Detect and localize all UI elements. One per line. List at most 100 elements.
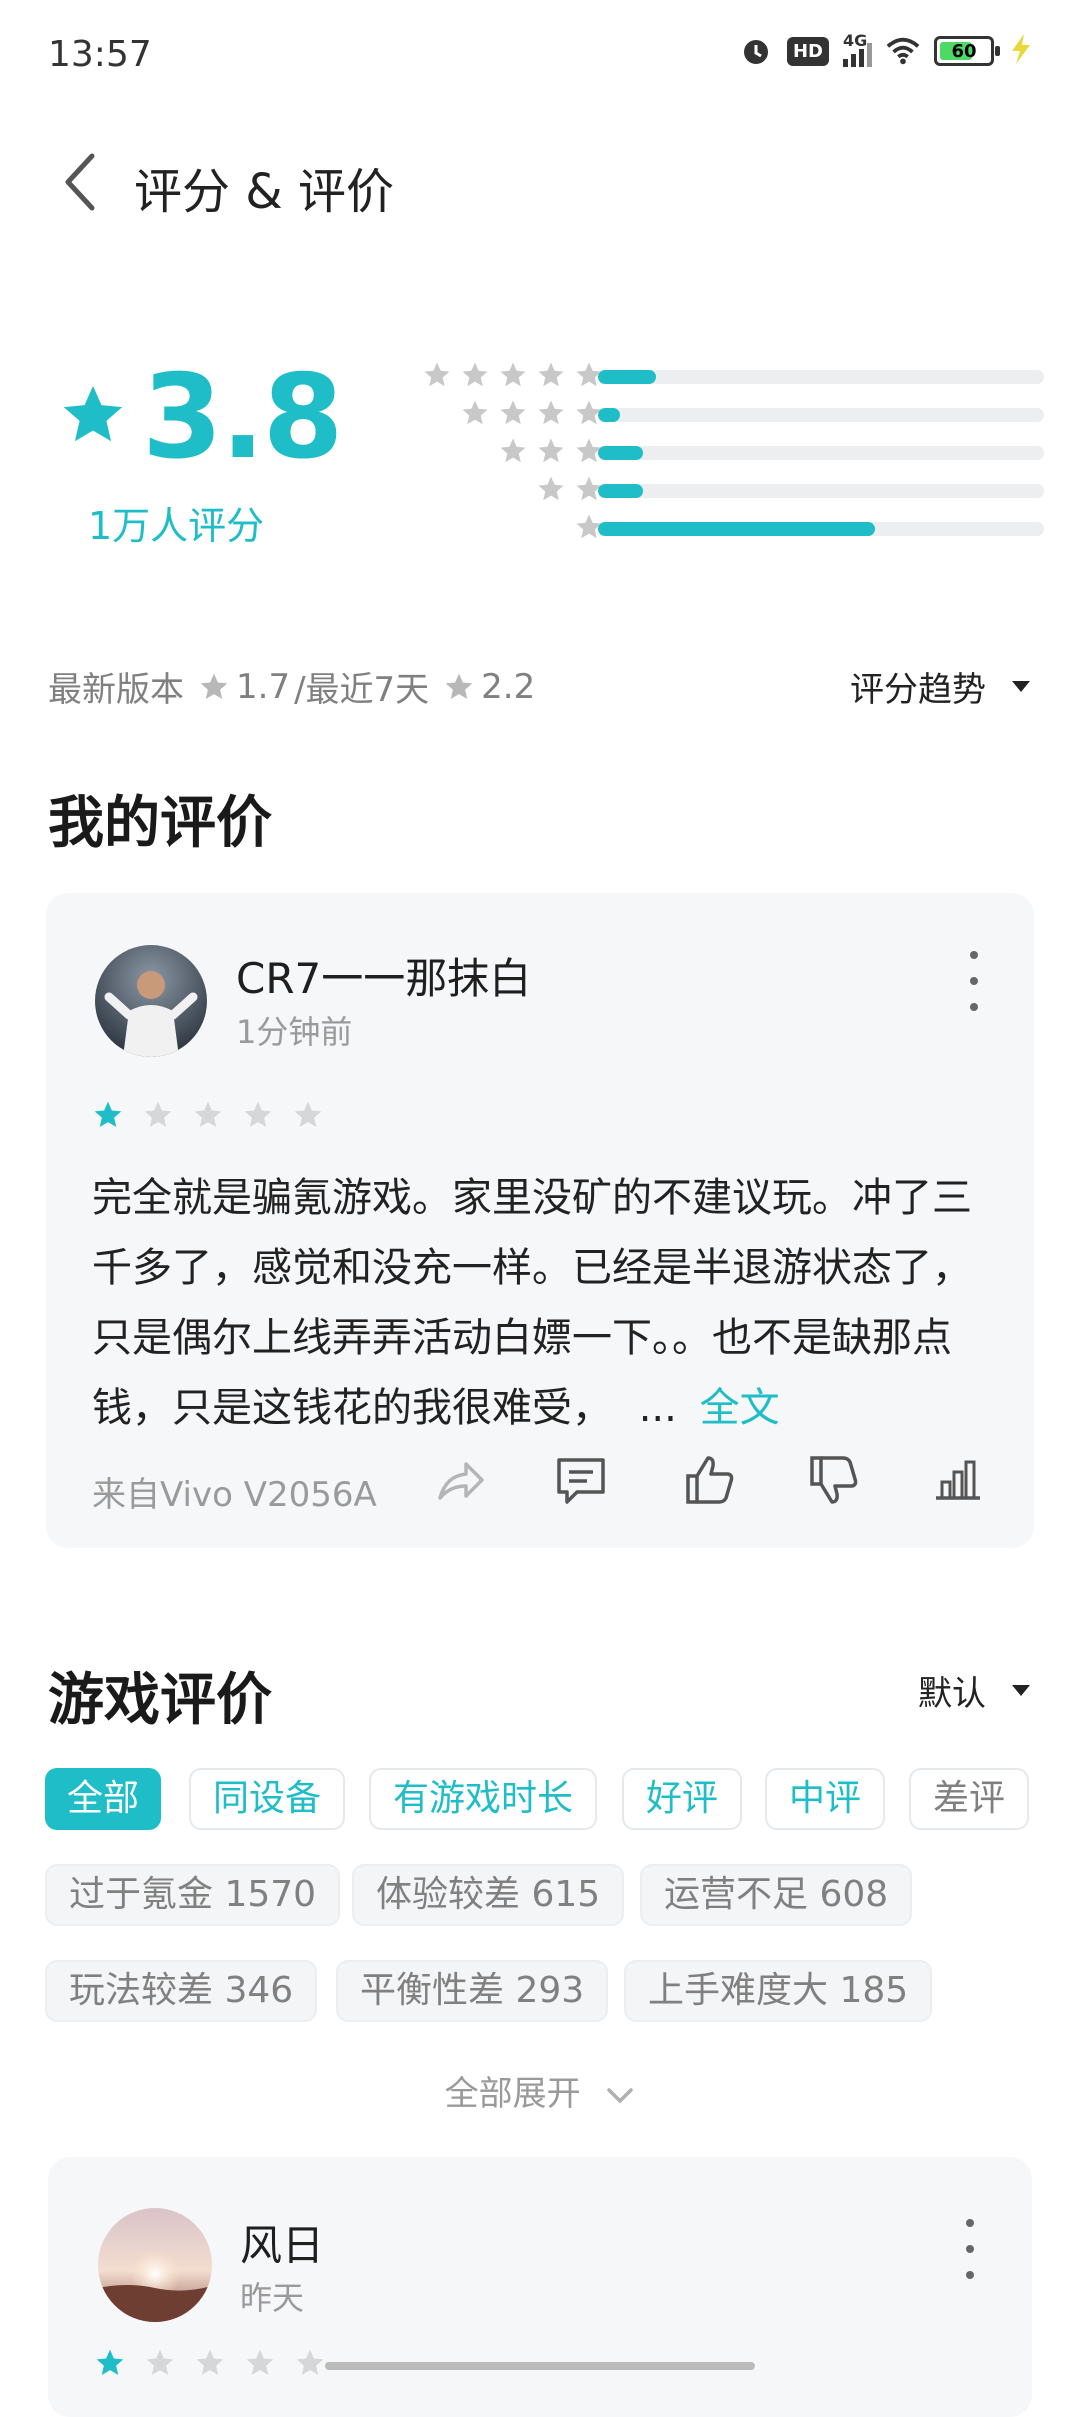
battery-icon: 60: [934, 36, 1000, 66]
expand-all-label: 全部展开: [444, 2074, 581, 2114]
star-icon: [538, 438, 564, 463]
chevron-down-icon: [607, 2087, 634, 2103]
review-star-rating: [94, 2347, 326, 2379]
star-icon: [294, 1101, 322, 1127]
distribution-bar: [598, 408, 1044, 422]
rating-distribution: [384, 358, 1044, 548]
filter-negative[interactable]: 差评: [909, 1768, 1030, 1830]
star-icon: [194, 1101, 222, 1127]
distribution-bar: [598, 484, 1044, 498]
version-rating-line: 最新版本 1.7 /最近7天 2.2: [48, 662, 535, 711]
star-icon: [246, 2349, 274, 2375]
more-options-icon[interactable]: [964, 951, 984, 1011]
recent-label: /最近7天: [294, 670, 430, 710]
review-username[interactable]: 风日: [240, 2212, 324, 2273]
keyword-tag[interactable]: 体验较差 615: [352, 1864, 625, 1926]
keyword-tag[interactable]: 运营不足 608: [640, 1864, 913, 1926]
distribution-bar: [598, 370, 1044, 384]
wifi-icon: [886, 34, 920, 68]
distribution-stars: [422, 360, 604, 390]
star-icon: [296, 2349, 324, 2375]
star-icon: [200, 673, 228, 699]
star-icon: [424, 362, 450, 387]
keyword-tag[interactable]: 上手难度大 185: [624, 1960, 933, 2022]
signal-icon: 4G: [843, 31, 872, 67]
caret-down-icon: [1012, 1685, 1030, 1696]
sort-label: 默认: [918, 1674, 986, 1714]
star-icon: [462, 362, 488, 387]
charging-icon: [1008, 34, 1034, 68]
avatar[interactable]: [98, 2208, 212, 2322]
distribution-row: [384, 434, 1044, 472]
star-icon: [538, 362, 564, 387]
star-icon: [500, 362, 526, 387]
dislike-icon[interactable]: [806, 1452, 862, 1508]
review-username[interactable]: CR7一一那抹白: [236, 945, 531, 1006]
keyword-tag[interactable]: 平衡性差 293: [336, 1960, 609, 2022]
star-icon: [538, 476, 564, 501]
full-text-link[interactable]: 全文: [700, 1385, 780, 1431]
filter-all[interactable]: 全部: [45, 1768, 162, 1830]
filter-positive[interactable]: 好评: [622, 1768, 743, 1830]
keyword-tag[interactable]: 玩法较差 346: [45, 1960, 318, 2022]
share-icon[interactable]: [432, 1452, 488, 1508]
review-ellipsis: ...: [638, 1385, 677, 1431]
distribution-bar: [598, 446, 1044, 460]
avatar[interactable]: [95, 945, 207, 1057]
my-review-title: 我的评价: [48, 791, 272, 856]
filter-has-playtime[interactable]: 有游戏时长: [369, 1768, 598, 1830]
star-icon: [144, 1101, 172, 1127]
star-icon: [244, 1101, 272, 1127]
filter-neutral[interactable]: 中评: [765, 1768, 886, 1830]
distribution-bar-fill: [598, 484, 643, 498]
latest-version-score: 1.7: [236, 666, 291, 707]
alarm-icon: [739, 34, 773, 68]
sort-dropdown[interactable]: 默认: [918, 1666, 1030, 1715]
distribution-row: [384, 396, 1044, 434]
like-icon[interactable]: [682, 1452, 738, 1508]
distribution-bar-fill: [598, 446, 643, 460]
rating-trend-button[interactable]: 评分趋势: [850, 662, 1030, 711]
back-button[interactable]: [60, 150, 120, 220]
star-icon: [538, 400, 564, 425]
review-card: 风日 昨天: [48, 2157, 1032, 2417]
battery-level: 60: [951, 40, 977, 62]
rating-count: 1万人评分: [88, 504, 265, 548]
keyword-tag[interactable]: 过于氪金 1570: [45, 1864, 341, 1926]
my-review-card: CR7一一那抹白 1分钟前 完全就是骗氪游戏。家里没矿的不建议玩。冲了三千多了，…: [46, 893, 1034, 1548]
distribution-stars: [498, 436, 604, 466]
distribution-bar: [598, 522, 1044, 536]
star-icon: [500, 400, 526, 425]
distribution-bar-fill: [598, 370, 656, 384]
distribution-row: [384, 510, 1044, 548]
comment-icon[interactable]: [553, 1452, 609, 1508]
review-star-rating: [92, 1099, 324, 1131]
star-icon: [146, 2349, 174, 2375]
review-time: 昨天: [240, 2279, 305, 2317]
distribution-stars: [460, 398, 604, 428]
review-time: 1分钟前: [236, 1013, 353, 1051]
star-icon: [94, 1101, 122, 1127]
rating-star-icon: [58, 380, 128, 450]
caret-down-icon: [1012, 681, 1030, 692]
distribution-stars: [536, 474, 604, 504]
star-icon: [96, 2349, 124, 2375]
game-reviews-title: 游戏评价: [48, 1668, 272, 1733]
distribution-bar-fill: [598, 522, 875, 536]
stats-icon[interactable]: [930, 1452, 986, 1508]
expand-all-button[interactable]: 全部展开: [0, 2066, 1080, 2115]
review-text: 完全就是骗氪游戏。家里没矿的不建议玩。冲了三千多了，感觉和没充一样。已经是半退游…: [92, 1163, 992, 1443]
distribution-row: [384, 472, 1044, 510]
status-time: 13:57: [48, 34, 152, 75]
star-icon: [462, 400, 488, 425]
network-type: 4G: [843, 31, 868, 50]
device-source: 来自Vivo V2056A: [92, 1475, 377, 1515]
more-options-icon[interactable]: [960, 2219, 980, 2279]
hd-icon: HD: [786, 36, 829, 66]
star-icon: [445, 673, 473, 699]
home-indicator[interactable]: [325, 2362, 755, 2370]
distribution-bar-fill: [598, 408, 621, 422]
rating-trend-label: 评分趋势: [850, 670, 986, 710]
filter-same-device[interactable]: 同设备: [189, 1768, 346, 1830]
star-icon: [500, 438, 526, 463]
